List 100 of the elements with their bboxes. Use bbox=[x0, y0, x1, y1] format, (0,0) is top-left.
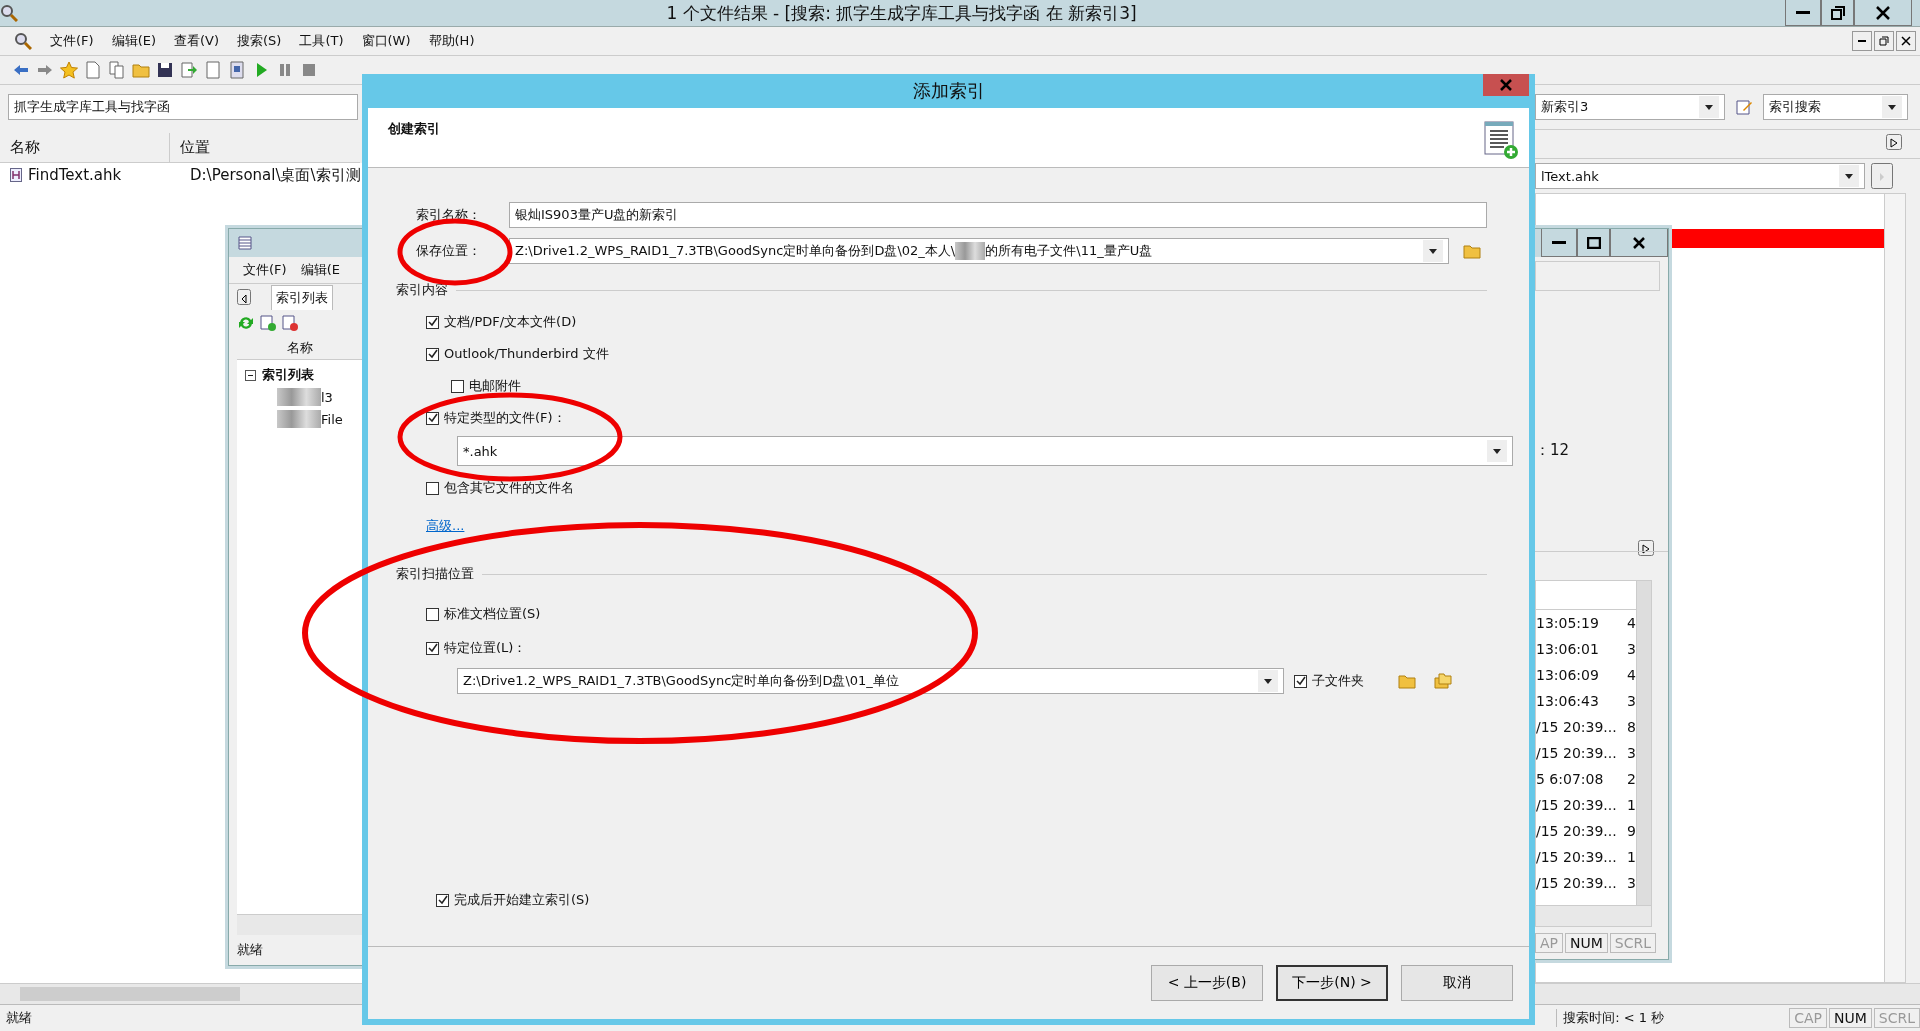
dropdown-caret-icon[interactable] bbox=[1888, 104, 1896, 110]
close-icon bbox=[1901, 36, 1911, 46]
minimize-button[interactable] bbox=[1541, 229, 1577, 257]
checkbox[interactable] bbox=[426, 347, 439, 361]
refresh-icon[interactable] bbox=[237, 314, 255, 332]
tree-item[interactable]: File bbox=[321, 411, 343, 427]
minimize-button[interactable] bbox=[1852, 31, 1872, 51]
save-icon[interactable] bbox=[156, 61, 174, 79]
dropdown-caret-icon[interactable] bbox=[1429, 248, 1437, 254]
pixelated-region bbox=[277, 410, 321, 428]
checkbox[interactable] bbox=[426, 641, 439, 655]
pixelated-region bbox=[955, 242, 986, 260]
advanced-link[interactable]: 高级... bbox=[426, 517, 465, 535]
table-cell: FindText.ahk bbox=[0, 163, 180, 187]
documents-icon[interactable] bbox=[108, 61, 126, 79]
dropdown-caret-icon[interactable] bbox=[1264, 678, 1272, 684]
menu-item[interactable]: 编辑(E) bbox=[111, 32, 156, 50]
name-field[interactable]: 银灿IS903量产U盘的新索引 bbox=[509, 202, 1487, 228]
close-icon bbox=[1500, 79, 1512, 91]
table-cell-text: D:\Personal\桌面\索引测 bbox=[189, 164, 361, 186]
mode-dropdown[interactable]: 索引搜索 bbox=[1763, 94, 1908, 120]
status-text: 就绪 bbox=[237, 941, 263, 959]
expand-button[interactable] bbox=[1638, 540, 1654, 556]
expand-button[interactable] bbox=[1886, 134, 1902, 150]
menu-item[interactable]: 文件(F) bbox=[243, 261, 287, 279]
tab[interactable]: 索引列表 bbox=[271, 284, 333, 310]
checkbox[interactable] bbox=[426, 411, 439, 425]
file-dropdown[interactable]: lText.ahk bbox=[1535, 163, 1865, 189]
checkbox[interactable] bbox=[426, 607, 439, 621]
status-indicator: AP bbox=[1535, 933, 1564, 953]
menu-item[interactable]: 帮助(H) bbox=[428, 32, 475, 50]
table-cell-text: /15 20:39... bbox=[1536, 849, 1618, 865]
search-field[interactable]: 抓字生成字库工具与找字函 bbox=[8, 94, 358, 120]
checkbox-label: 包含其它文件的文件名 bbox=[444, 479, 574, 497]
minimize-button[interactable] bbox=[1785, 0, 1821, 26]
status-indicator: CAP bbox=[1789, 1008, 1827, 1028]
menu-item[interactable]: 编辑(E bbox=[300, 261, 340, 279]
table-cell-text: /15 20:39... bbox=[1536, 797, 1618, 813]
collapse-toggle[interactable] bbox=[245, 369, 256, 381]
pixelated-region bbox=[277, 388, 321, 406]
menu-item[interactable]: 文件(F) bbox=[50, 32, 94, 50]
horizontal-scrollbar[interactable] bbox=[237, 914, 362, 935]
checkbox[interactable] bbox=[426, 481, 439, 495]
index-dropdown[interactable]: 新索引3 bbox=[1535, 94, 1725, 120]
star-icon[interactable] bbox=[60, 61, 78, 79]
table-cell-text: 13:05:19 bbox=[1536, 615, 1600, 631]
checkbox-label: 电邮附件 bbox=[469, 377, 521, 395]
table-cell: 3 bbox=[1627, 641, 1636, 657]
tree-item[interactable]: 索引列表 bbox=[262, 366, 314, 384]
checkbox-label: 标准文档位置(S) bbox=[444, 605, 541, 623]
dialog-button[interactable]: 取消 bbox=[1401, 965, 1513, 1001]
restore-button[interactable] bbox=[1821, 0, 1854, 26]
checkbox[interactable] bbox=[451, 379, 464, 393]
close-button[interactable] bbox=[1610, 229, 1668, 257]
scroll-left-button[interactable] bbox=[237, 289, 251, 305]
menu-item[interactable]: 窗口(W) bbox=[361, 32, 411, 50]
document-icon[interactable] bbox=[228, 61, 246, 79]
dialog-button[interactable]: 下一步(N) > bbox=[1276, 965, 1388, 1001]
scrollbar[interactable] bbox=[1884, 194, 1905, 982]
close-button[interactable] bbox=[1854, 0, 1912, 26]
scrollbar[interactable] bbox=[1635, 581, 1651, 905]
close-button[interactable] bbox=[1896, 31, 1916, 51]
dropdown-caret-icon[interactable] bbox=[1845, 173, 1853, 179]
tree-item[interactable]: l3 bbox=[321, 389, 333, 405]
delete-table-icon[interactable] bbox=[281, 314, 299, 332]
go-button[interactable] bbox=[1871, 163, 1893, 189]
table-cell: 4 bbox=[1627, 667, 1636, 683]
search-icon bbox=[0, 4, 18, 22]
edit-icon[interactable] bbox=[1735, 98, 1753, 116]
field-label: 保存位置： bbox=[415, 242, 482, 260]
maximize-button[interactable] bbox=[1577, 229, 1610, 257]
dropdown-caret-icon[interactable] bbox=[1705, 104, 1713, 110]
file-type-dropdown[interactable]: *.ahk bbox=[457, 436, 1513, 466]
horizontal-scrollbar[interactable] bbox=[1536, 905, 1651, 926]
restore-icon bbox=[1830, 5, 1845, 20]
checkbox-label: 特定类型的文件(F)： bbox=[444, 409, 566, 427]
scan-location-dropdown[interactable]: Z:\Drive1.2_WPS_RAID1_7.3TB\GoodSync定时单向备份到D盘\01_单位 bbox=[457, 668, 1284, 694]
checkbox[interactable] bbox=[436, 893, 449, 907]
table-cell: 3 bbox=[1627, 693, 1636, 709]
table-cell: 9 bbox=[1627, 823, 1636, 839]
status-indicator: NUM bbox=[1829, 1008, 1872, 1028]
menu-item[interactable]: 搜索(S) bbox=[237, 32, 282, 50]
save-location-dropdown[interactable]: Z:\Drive1.2_WPS_RAID1_7.3TB\GoodSync定时单向备份到D盘\02_本人\ 的所有电子文件\11_量产U盘 bbox=[509, 238, 1449, 264]
dropdown-caret-icon[interactable] bbox=[1493, 448, 1501, 454]
document-icon[interactable] bbox=[84, 61, 102, 79]
minimize-icon bbox=[1858, 40, 1866, 42]
minimize-icon bbox=[1796, 11, 1810, 14]
restore-icon bbox=[1879, 36, 1889, 46]
horizontal-scrollbar[interactable] bbox=[0, 983, 362, 1004]
dialog-button[interactable]: < 上一步(B) bbox=[1151, 965, 1263, 1001]
stop-icon[interactable] bbox=[300, 61, 318, 79]
window-title: 1 个文件结果 - [搜索: 抓字生成字库工具与找字函 在 新索引3] bbox=[665, 1, 1138, 25]
menu-item[interactable]: 查看(V) bbox=[174, 32, 220, 50]
status-indicator: NUM bbox=[1565, 933, 1608, 953]
menu-item[interactable]: 工具(T) bbox=[299, 32, 344, 50]
checkbox[interactable] bbox=[426, 315, 439, 329]
export-icon[interactable] bbox=[180, 61, 198, 79]
add-table-icon[interactable] bbox=[259, 314, 277, 332]
checkbox[interactable] bbox=[1294, 674, 1307, 688]
horizontal-scrollbar[interactable] bbox=[1535, 983, 1920, 1004]
